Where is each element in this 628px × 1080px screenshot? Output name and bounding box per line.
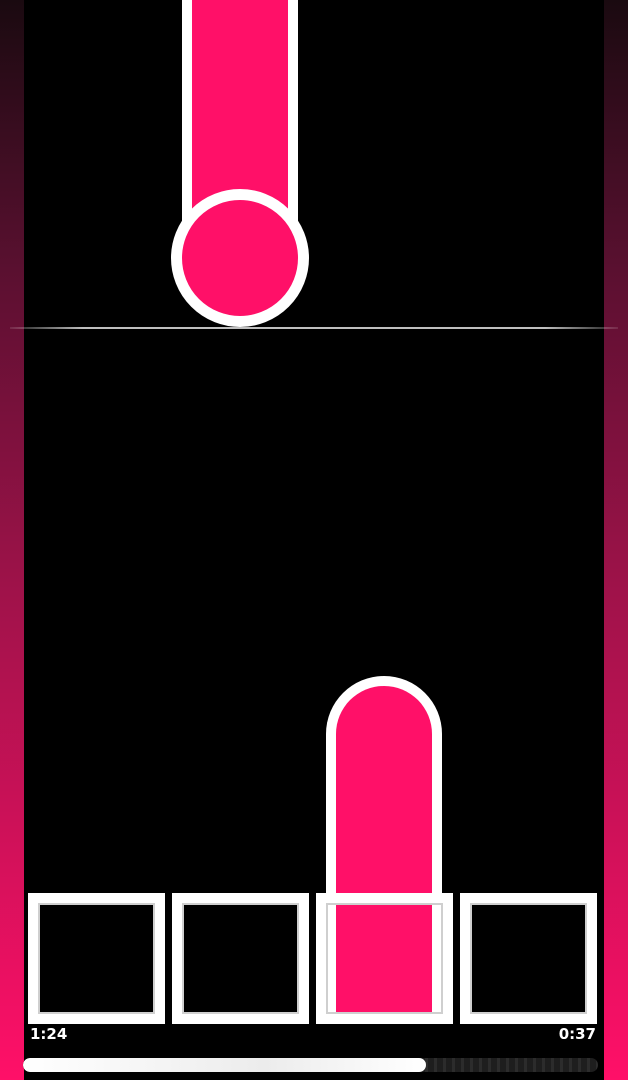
game-stage: 1:24 0:37	[0, 0, 628, 1080]
lane-2-pad-frame	[182, 903, 299, 1014]
timing-line	[10, 327, 618, 329]
falling-hold-note-head	[171, 189, 309, 327]
lane-1-pad-frame	[38, 903, 155, 1014]
lane-3-pad-frame	[326, 903, 443, 1014]
lane-4-pad-frame	[470, 903, 587, 1014]
lane-4-tap-pad[interactable]	[460, 893, 597, 1024]
song-progress-bar	[23, 1058, 598, 1072]
lane-1-tap-pad[interactable]	[28, 893, 165, 1024]
remaining-time: 0:37	[558, 1025, 596, 1043]
song-progress-fill	[23, 1058, 426, 1072]
lane-3-tap-pad[interactable]	[316, 893, 453, 1024]
lane-2-tap-pad[interactable]	[172, 893, 309, 1024]
left-glow-border	[0, 0, 24, 1080]
elapsed-time: 1:24	[30, 1025, 68, 1043]
right-glow-border	[604, 0, 628, 1080]
